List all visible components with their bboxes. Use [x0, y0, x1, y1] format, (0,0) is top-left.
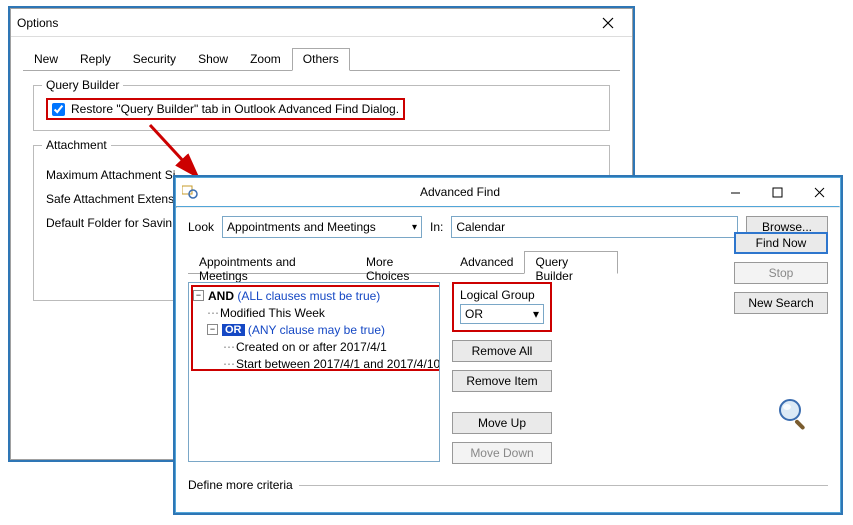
logical-group-label: Logical Group	[460, 288, 544, 302]
or-label: OR	[222, 324, 245, 336]
move-up-button[interactable]: Move Up	[452, 412, 552, 434]
tree-connector-icon: ⋯	[223, 340, 234, 354]
or-hint: (ANY clause may be true)	[248, 323, 385, 337]
define-line	[299, 485, 828, 486]
in-input[interactable]: Calendar	[451, 216, 738, 238]
criteria-tree[interactable]: − AND (ALL clauses must be true) ⋯ Modif…	[188, 282, 440, 462]
look-row: Look Appointments and Meetings ▾ In: Cal…	[188, 216, 828, 238]
tree-connector-icon: ⋯	[207, 306, 218, 320]
tab-zoom[interactable]: Zoom	[239, 48, 292, 71]
af-titlebar: Advanced Find	[176, 178, 840, 206]
tree-connector-icon: ⋯	[223, 357, 234, 371]
remove-all-button[interactable]: Remove All	[452, 340, 552, 362]
tab-reply[interactable]: Reply	[69, 48, 122, 71]
chevron-down-icon: ▾	[412, 222, 417, 233]
options-title: Options	[17, 16, 590, 30]
tree-or-row[interactable]: − OR (ANY clause may be true)	[193, 321, 435, 338]
af-tab-qb[interactable]: Query Builder	[524, 251, 618, 274]
attachment-legend: Attachment	[42, 138, 111, 152]
af-minimize-button[interactable]	[714, 179, 756, 205]
and-label: AND	[208, 289, 234, 303]
query-builder-legend: Query Builder	[42, 78, 123, 92]
logical-group-value: OR	[465, 307, 483, 321]
options-close-button[interactable]	[590, 12, 626, 34]
restore-qb-checkbox[interactable]	[52, 103, 65, 116]
close-icon	[814, 187, 825, 198]
logical-group-select[interactable]: OR ▾	[460, 304, 544, 324]
tree-clause-1[interactable]: ⋯ Modified This Week	[193, 304, 435, 321]
query-builder-group: Query Builder Restore "Query Builder" ta…	[33, 85, 610, 131]
look-select[interactable]: Appointments and Meetings ▾	[222, 216, 422, 238]
options-titlebar: Options	[11, 9, 632, 37]
close-icon	[602, 17, 614, 29]
define-criteria-group: Define more criteria	[188, 478, 828, 492]
clause2-label: Created on or after 2017/4/1	[236, 340, 387, 354]
find-now-button[interactable]: Find Now	[734, 232, 828, 254]
advanced-find-window: Advanced Find Look Appointments and Meet…	[175, 177, 841, 513]
tree-clause-2[interactable]: ⋯ Created on or after 2017/4/1	[193, 338, 435, 355]
tab-show[interactable]: Show	[187, 48, 239, 71]
collapse-icon[interactable]: −	[193, 290, 204, 301]
maximize-icon	[772, 187, 783, 198]
af-tab-advanced[interactable]: Advanced	[449, 251, 524, 274]
tree-clause-3[interactable]: ⋯ Start between 2017/4/1 and 2017/4/10	[193, 355, 435, 372]
af-close-button[interactable]	[798, 179, 840, 205]
stop-button[interactable]: Stop	[734, 262, 828, 284]
define-label: Define more criteria	[188, 478, 293, 492]
tree-side-controls: Logical Group OR ▾ Remove All Remove Ite…	[452, 282, 552, 464]
af-right-buttons: Find Now Stop New Search	[734, 232, 828, 314]
af-tab-more[interactable]: More Choices	[355, 251, 449, 274]
new-search-button[interactable]: New Search	[734, 292, 828, 314]
collapse-icon[interactable]: −	[207, 324, 218, 335]
in-label: In:	[430, 220, 443, 234]
af-maximize-button[interactable]	[756, 179, 798, 205]
app-icon	[182, 184, 198, 200]
clause1-label: Modified This Week	[220, 306, 325, 320]
tab-new[interactable]: New	[23, 48, 69, 71]
af-tabstrip: Appointments and Meetings More Choices A…	[188, 250, 618, 274]
chevron-down-icon: ▾	[533, 307, 539, 321]
look-label: Look	[188, 220, 214, 234]
minimize-icon	[730, 187, 741, 198]
move-down-button[interactable]: Move Down	[452, 442, 552, 464]
tab-security[interactable]: Security	[122, 48, 187, 71]
clause3-label: Start between 2017/4/1 and 2017/4/10	[236, 357, 440, 371]
restore-qb-label: Restore "Query Builder" tab in Outlook A…	[71, 102, 399, 116]
tab-others[interactable]: Others	[292, 48, 350, 71]
af-tab-appts[interactable]: Appointments and Meetings	[188, 251, 355, 274]
tree-and-row[interactable]: − AND (ALL clauses must be true)	[193, 287, 435, 304]
logical-group-box: Logical Group OR ▾	[452, 282, 552, 332]
remove-item-button[interactable]: Remove Item	[452, 370, 552, 392]
magnifier-icon	[776, 396, 812, 432]
options-tabstrip: New Reply Security Show Zoom Others	[23, 47, 620, 71]
af-title: Advanced Find	[206, 185, 714, 199]
and-hint: (ALL clauses must be true)	[237, 289, 380, 303]
in-value: Calendar	[456, 220, 505, 234]
look-value: Appointments and Meetings	[227, 220, 376, 234]
